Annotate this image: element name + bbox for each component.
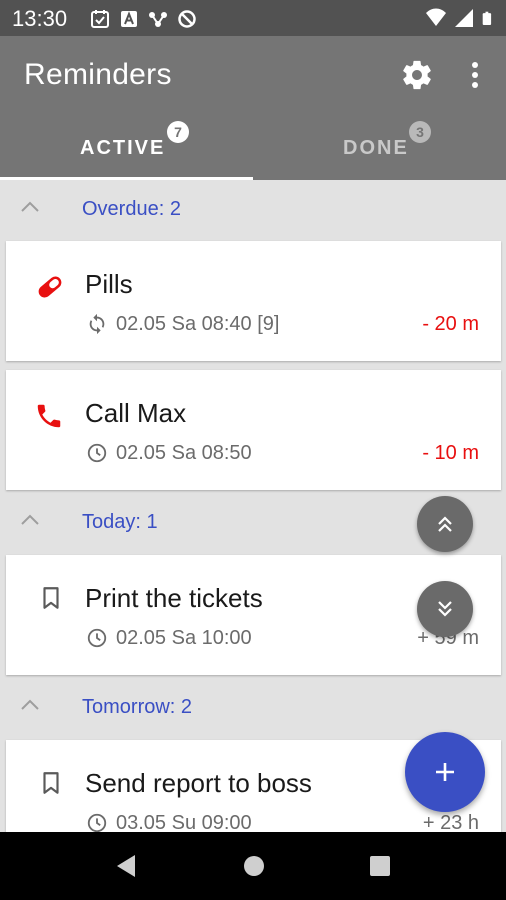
calendar-icon	[91, 10, 109, 28]
app-bar: Reminders ACTIVE 7 DONE 3	[0, 36, 506, 180]
reminder-datetime: 02.05 Sa 08:40 [9]	[116, 313, 280, 335]
repeat-icon	[89, 313, 105, 335]
clock-icon	[87, 813, 107, 832]
add-reminder-button[interactable]	[405, 732, 485, 812]
reminder-card[interactable]: Call Max 02.05 Sa 08:50 - 10 m	[6, 370, 501, 490]
section-header-tomorrow[interactable]: Tomorrow: 2	[0, 678, 506, 736]
scroll-down-icon	[438, 601, 452, 617]
back-icon[interactable]	[115, 854, 137, 878]
settings-icon	[403, 60, 431, 90]
reminder-time-delta: - 20 m	[422, 313, 479, 335]
reminder-datetime: 03.05 Su 09:00	[116, 812, 252, 832]
reminder-title: Call Max	[85, 398, 187, 428]
reminder-title: Pills	[85, 269, 133, 299]
bookmark-icon	[43, 587, 59, 609]
tab-count-badge: 3	[409, 121, 431, 143]
section-label: Tomorrow: 2	[82, 696, 193, 718]
more-vert-icon	[472, 62, 478, 88]
scroll-down-button[interactable]	[417, 581, 473, 637]
battery-icon	[482, 11, 492, 25]
a-box-icon	[121, 11, 137, 27]
recents-icon[interactable]	[370, 856, 390, 876]
system-navigation-bar	[0, 832, 506, 900]
chevron-up-icon[interactable]	[20, 200, 40, 214]
tab-label: DONE	[343, 137, 409, 159]
reminder-datetime: 02.05 Sa 10:00	[116, 627, 252, 649]
status-notification-icons	[90, 9, 197, 29]
section-label: Overdue: 2	[82, 198, 181, 220]
clock-icon	[87, 628, 107, 648]
network-icon	[149, 12, 167, 27]
tab-active[interactable]: ACTIVE 7	[0, 121, 253, 180]
tab-label: ACTIVE	[80, 137, 166, 159]
reminder-time-delta: - 10 m	[422, 442, 479, 464]
status-time: 13:30	[12, 6, 68, 31]
reminder-datetime: 02.05 Sa 08:50	[116, 442, 252, 464]
chevron-up-icon[interactable]	[20, 513, 40, 527]
scroll-up-button[interactable]	[417, 496, 473, 552]
status-bar: 13:30	[0, 0, 506, 36]
section-label: Today: 1	[82, 511, 158, 533]
add-icon	[436, 763, 454, 781]
sync-off-icon	[178, 10, 196, 28]
phone-icon	[37, 404, 61, 428]
wifi-icon	[426, 8, 446, 26]
settings-button[interactable]	[400, 58, 434, 92]
bookmark-icon	[43, 772, 59, 794]
home-icon[interactable]	[243, 855, 265, 877]
status-system-icons	[426, 8, 496, 28]
scroll-up-icon	[438, 516, 452, 532]
signal-icon	[455, 9, 473, 27]
reminder-time-delta: + 23 h	[422, 812, 479, 832]
tab-done[interactable]: DONE 3	[253, 121, 506, 180]
reminder-title: Print the tickets	[85, 583, 263, 613]
reminder-title: Send report to boss	[85, 768, 312, 798]
clock-icon	[87, 443, 107, 463]
more-options-button[interactable]	[460, 58, 490, 92]
page-title: Reminders	[24, 58, 172, 91]
pill-icon	[38, 276, 62, 298]
section-header-overdue[interactable]: Overdue: 2	[0, 180, 506, 238]
reminder-card[interactable]: Pills 02.05 Sa 08:40 [9] - 20 m	[6, 241, 501, 361]
tab-count-badge: 7	[167, 121, 189, 143]
chevron-up-icon[interactable]	[20, 698, 40, 712]
